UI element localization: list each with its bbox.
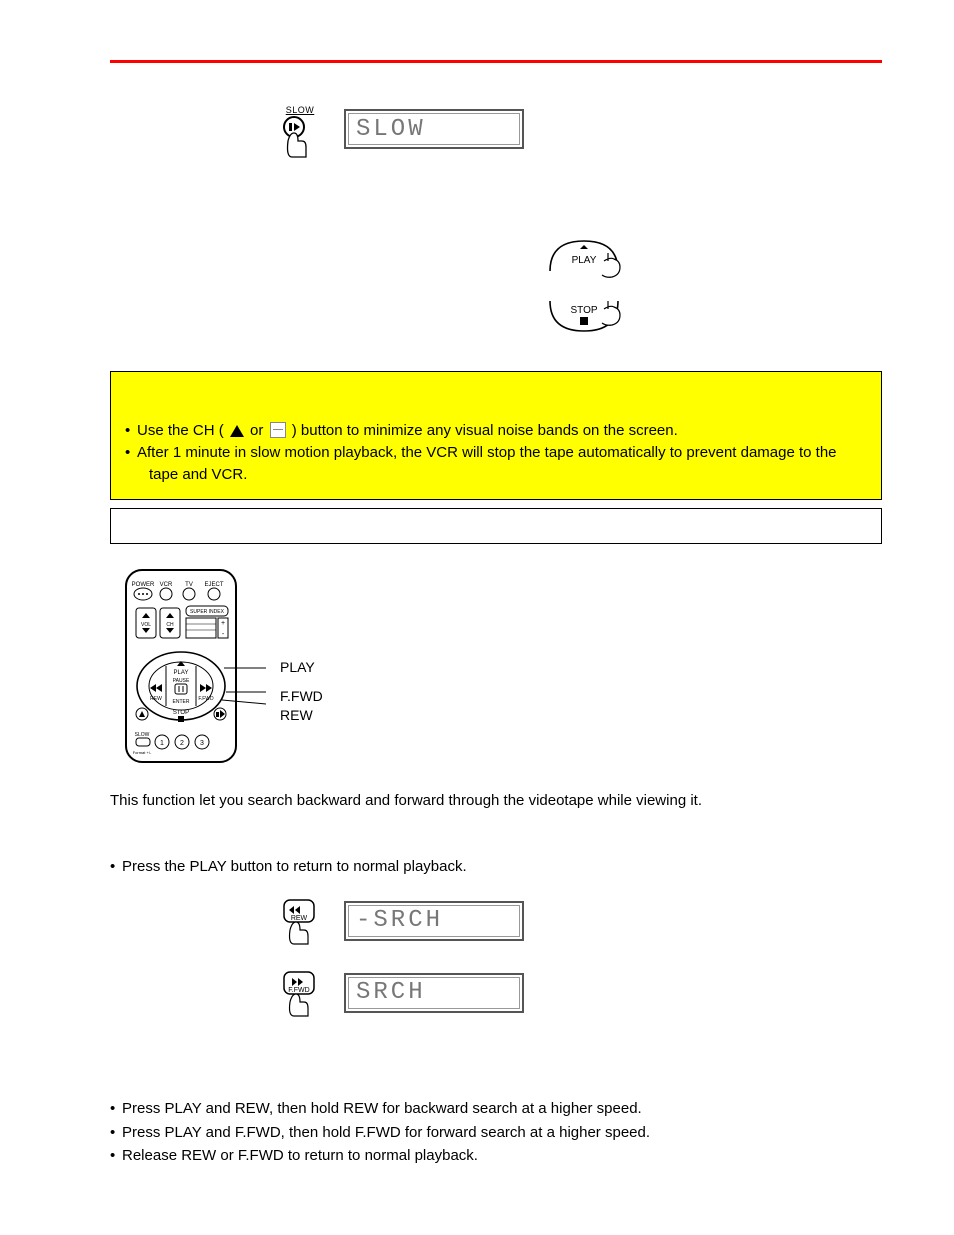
svg-text:CH: CH	[166, 622, 174, 628]
ffwd-press-illustration: F.FWD	[280, 968, 324, 1018]
svg-text:REW: REW	[150, 696, 162, 702]
note-line-2a: After 1 minute in slow motion playback, …	[137, 442, 867, 464]
bullet-dot: •	[110, 1122, 122, 1144]
svg-text:TV: TV	[185, 582, 193, 588]
figure-slow-row: SLOW SLOW	[280, 103, 882, 155]
remote-label-play: PLAY	[280, 658, 323, 677]
triangle-up-icon	[230, 425, 244, 437]
lcd-slow: SLOW	[344, 109, 524, 149]
channel-down-icon	[270, 422, 286, 438]
svg-text:F.FWD: F.FWD	[288, 987, 309, 994]
svg-text:REW: REW	[291, 915, 308, 922]
svg-text:Format +/-: Format +/-	[133, 750, 152, 755]
lcd-slow-text: SLOW	[356, 116, 426, 143]
lcd-search-back: -SRCH	[344, 901, 524, 941]
bullet-dot: •	[110, 856, 122, 878]
bullet-dot: •	[125, 442, 137, 464]
bullet-dot: •	[110, 1145, 122, 1167]
remote-figure-row: POWER VCR TV EJECT VOL CH SUPER INDEX	[116, 566, 882, 766]
svg-text:SLOW: SLOW	[135, 732, 150, 738]
press-play-text: Press the PLAY button to return to norma…	[122, 856, 467, 878]
bullet-dot: •	[125, 420, 137, 442]
lcd-srch-fwd-text: SRCH	[356, 979, 426, 1006]
remote-illustration: POWER VCR TV EJECT VOL CH SUPER INDEX	[116, 566, 266, 766]
section-header-bar	[110, 508, 882, 544]
rew-press-illustration: REW	[280, 896, 324, 946]
svg-text:+: +	[221, 620, 225, 627]
stop-button-illustration: STOP	[544, 293, 634, 341]
svg-text:PAUSE: PAUSE	[173, 678, 190, 684]
lcd-srch-back-text: -SRCH	[356, 907, 443, 934]
bullet-2: Press PLAY and F.FWD, then hold F.FWD fo…	[122, 1122, 650, 1144]
figure-search-displays: REW -SRCH F.FWD SRCH	[280, 896, 882, 1018]
svg-text:PLAY: PLAY	[174, 670, 189, 676]
bullet-1: Press PLAY and REW, then hold REW for ba…	[122, 1098, 642, 1120]
svg-text:F.FWD: F.FWD	[198, 696, 214, 702]
svg-text:3: 3	[200, 740, 204, 747]
play-btn-label: PLAY	[572, 255, 597, 266]
lcd-search-fwd: SRCH	[344, 973, 524, 1013]
remote-label-column: PLAY F.FWD REW	[280, 658, 323, 725]
top-red-rule	[110, 60, 882, 63]
slow-press-illustration: SLOW	[280, 103, 320, 155]
svg-text:1: 1	[160, 740, 164, 747]
note-line-1: Use the CH ( or ) button to minimize any…	[137, 420, 867, 442]
note-line-2b: tape and VCR.	[137, 464, 867, 486]
svg-text:VCR: VCR	[160, 582, 173, 588]
svg-text:SUPER INDEX: SUPER INDEX	[190, 609, 225, 615]
svg-text:2: 2	[180, 740, 184, 747]
slow-caption: SLOW	[280, 105, 320, 115]
svg-text:ENTER: ENTER	[173, 699, 190, 705]
figure-play-stop-column: PLAY STOP	[296, 235, 882, 341]
svg-text:EJECT: EJECT	[204, 582, 223, 588]
remote-label-ffwd: F.FWD	[280, 687, 323, 706]
remote-label-rew: REW	[280, 706, 323, 725]
play-button-illustration: PLAY	[544, 235, 634, 283]
stop-btn-label: STOP	[570, 305, 597, 316]
note-box: • Use the CH ( or ) button to minimize a…	[110, 371, 882, 500]
svg-text:POWER: POWER	[132, 582, 155, 588]
bullet-3: Release REW or F.FWD to return to normal…	[122, 1145, 478, 1167]
intro-text: This function let you search backward an…	[110, 790, 882, 812]
svg-text:STOP: STOP	[173, 710, 189, 716]
svg-text:VOL: VOL	[141, 622, 151, 628]
bullet-dot: •	[110, 1098, 122, 1120]
